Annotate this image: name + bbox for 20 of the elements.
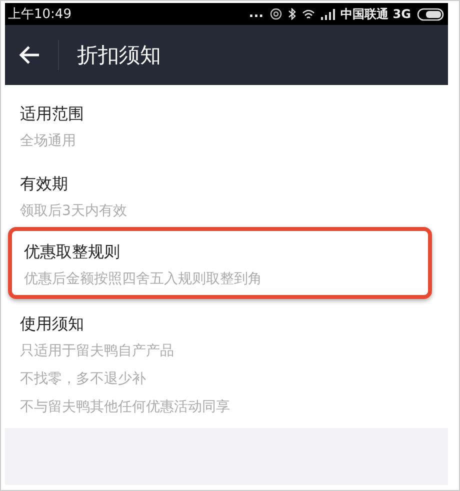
- status-time: 上午10:49: [8, 6, 72, 23]
- location-icon: [270, 8, 282, 20]
- section-text: 只适用于留夫鸭自产产品: [20, 342, 175, 361]
- section-text: 领取后3天内有效: [20, 202, 128, 221]
- status-dots: ...: [248, 9, 264, 19]
- section-title: 有效期: [20, 173, 69, 195]
- section-title: 优惠取整规则: [24, 241, 121, 263]
- section-text: 全场通用: [20, 132, 77, 151]
- page-title: 折扣须知: [77, 42, 161, 69]
- section-title: 使用须知: [20, 313, 85, 335]
- section-text: 优惠后金额按照四舍五入规则取整到角: [24, 270, 263, 289]
- section-text: 不与留夫鸭其他任何优惠活动同享: [20, 398, 231, 417]
- battery-icon: [417, 8, 445, 20]
- carrier-text: 中国联通 3G: [340, 6, 411, 22]
- back-arrow-icon[interactable]: [19, 45, 41, 65]
- wifi-icon: [302, 8, 315, 20]
- signal-icon: [320, 8, 335, 20]
- section-text: 不找零，多不退少补: [20, 370, 147, 389]
- section-title: 适用范围: [20, 103, 85, 125]
- bluetooth-icon: [288, 8, 296, 20]
